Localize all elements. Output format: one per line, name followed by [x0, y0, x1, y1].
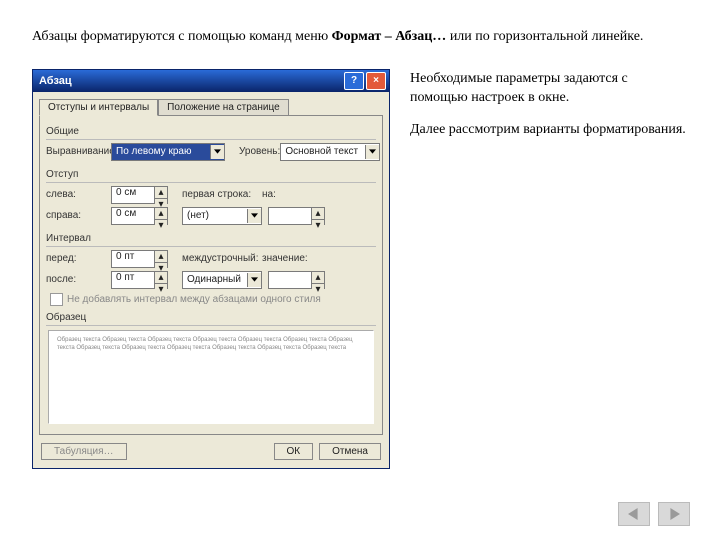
chevron-down-icon[interactable] — [247, 209, 261, 223]
tab-row: Отступы и интервалы Положение на страниц… — [33, 92, 389, 115]
prev-button[interactable] — [618, 502, 650, 526]
label-linespacing: междустрочный: — [182, 253, 262, 264]
help-icon[interactable]: ? — [344, 72, 364, 90]
preview-box: Образец текста Образец текста Образец те… — [48, 330, 374, 424]
arrow-right-icon — [667, 508, 681, 520]
spin-by2-value — [269, 272, 311, 288]
up-icon[interactable]: ▴ — [155, 251, 167, 262]
down-icon[interactable]: ▾ — [155, 219, 167, 231]
nav-arrows — [618, 502, 690, 526]
label-by1: на: — [262, 189, 282, 200]
spin-right[interactable]: 0 см ▴▾ — [111, 207, 168, 225]
spin-right-value: 0 см — [112, 208, 154, 224]
label-alignment: Выравнивание: — [46, 146, 111, 157]
group-interval: Интервал — [46, 233, 376, 244]
chevron-down-icon[interactable] — [365, 145, 379, 159]
intro-paragraph: Абзацы форматируются с помощью команд ме… — [0, 0, 720, 47]
label-level: Уровень: — [239, 146, 280, 157]
label-left: слева: — [46, 189, 111, 200]
checkbox-icon[interactable] — [50, 293, 63, 306]
spin-after[interactable]: 0 пт ▴▾ — [111, 271, 168, 289]
down-icon[interactable]: ▾ — [312, 219, 324, 231]
next-button[interactable] — [658, 502, 690, 526]
up-icon[interactable]: ▴ — [155, 208, 167, 219]
tab-indents[interactable]: Отступы и интервалы — [39, 99, 158, 116]
spin-by2[interactable]: ▴▾ — [268, 271, 325, 289]
intro-pre: Абзацы форматируются с помощью команд ме… — [32, 29, 332, 44]
combo-level[interactable]: Основной текст — [280, 143, 380, 161]
group-general: Общие — [46, 126, 376, 137]
up-icon[interactable]: ▴ — [312, 272, 324, 283]
label-right: справа: — [46, 210, 111, 221]
tabs-button[interactable]: Табуляция… — [41, 443, 127, 460]
label-before: перед: — [46, 253, 111, 264]
ok-button[interactable]: ОК — [274, 443, 314, 460]
combo-alignment-value: По левому краю — [112, 146, 210, 157]
tab-page: Общие Выравнивание: По левому краю Урове… — [39, 115, 383, 435]
right-column: Необходимые параметры задаются с помощью… — [410, 69, 688, 152]
up-icon[interactable]: ▴ — [155, 272, 167, 283]
combo-level-value: Основной текст — [281, 146, 365, 157]
titlebar[interactable]: Абзац ? × — [33, 70, 389, 92]
close-icon[interactable]: × — [366, 72, 386, 90]
spin-after-value: 0 пт — [112, 272, 154, 288]
chevron-down-icon[interactable] — [247, 273, 261, 287]
label-by2: значение: — [262, 253, 306, 264]
cancel-button[interactable]: Отмена — [319, 443, 381, 460]
arrow-left-icon — [627, 508, 641, 520]
combo-linespacing-value: Одинарный — [183, 274, 247, 285]
spin-by1-value — [269, 208, 311, 224]
spin-before[interactable]: 0 пт ▴▾ — [111, 250, 168, 268]
combo-firstline-value: (нет) — [183, 210, 247, 221]
right-p2: Далее рассмотрим варианты форматирования… — [410, 120, 688, 140]
group-indent: Отступ — [46, 169, 376, 180]
label-firstline: первая строка: — [182, 189, 262, 200]
spin-before-value: 0 пт — [112, 251, 154, 267]
spin-by1[interactable]: ▴▾ — [268, 207, 325, 225]
check-nosame-label: Не добавлять интервал между абзацами одн… — [67, 294, 321, 305]
combo-alignment[interactable]: По левому краю — [111, 143, 225, 161]
intro-bold: Формат – Абзац… — [332, 29, 447, 44]
check-nosame[interactable]: Не добавлять интервал между абзацами одн… — [50, 293, 376, 306]
right-p1: Необходимые параметры задаются с помощью… — [410, 69, 688, 108]
up-icon[interactable]: ▴ — [155, 187, 167, 198]
group-preview: Образец — [46, 312, 376, 323]
combo-linespacing[interactable]: Одинарный — [182, 271, 262, 289]
up-icon[interactable]: ▴ — [312, 208, 324, 219]
chevron-down-icon[interactable] — [210, 145, 224, 159]
intro-post: или по горизонтальной линейке. — [446, 29, 643, 44]
spin-left-value: 0 см — [112, 187, 154, 203]
tab-pageposition[interactable]: Положение на странице — [158, 99, 288, 116]
paragraph-dialog: Абзац ? × Отступы и интервалы Положение … — [32, 69, 390, 469]
combo-firstline[interactable]: (нет) — [182, 207, 262, 225]
dialog-title: Абзац — [39, 75, 342, 87]
label-after: после: — [46, 274, 111, 285]
spin-left[interactable]: 0 см ▴▾ — [111, 186, 168, 204]
button-row: Табуляция… ОК Отмена — [33, 439, 389, 468]
